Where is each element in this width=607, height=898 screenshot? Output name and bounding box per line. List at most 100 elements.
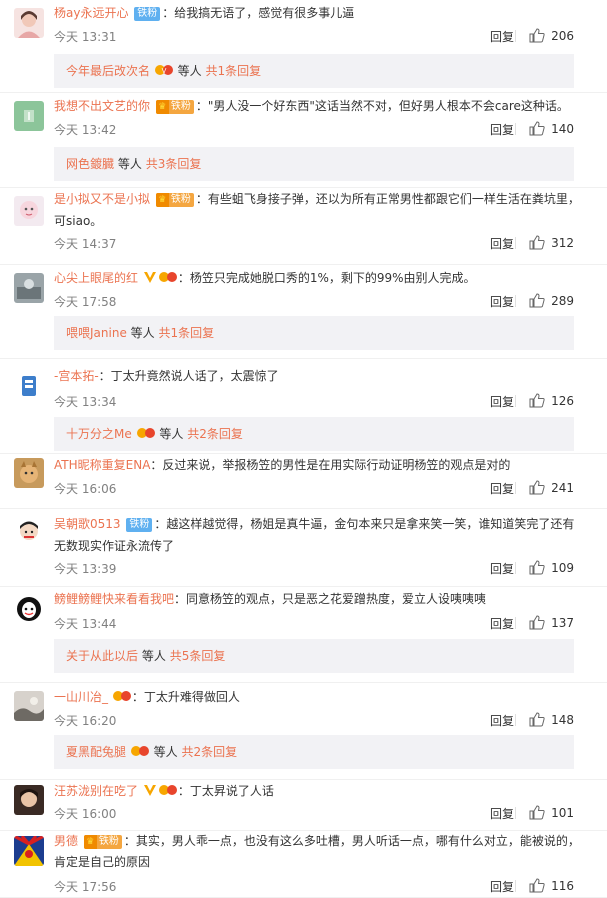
comment-item: 杨ay永远开心 铁粉 ：给我搞无语了，感觉有很多事儿逼 今天 13:31 回复 2… xyxy=(0,0,607,93)
sub-reply-count[interactable]: 共1条回复 xyxy=(159,326,215,340)
vip-icon: V xyxy=(154,56,173,75)
sub-reply-count[interactable]: 共1条回复 xyxy=(206,64,262,78)
username-link[interactable]: ATH昵称重复ENA xyxy=(54,458,150,472)
comment-text-line: 吴朝歌0513 铁粉 ：越这样越觉得，杨姐是真牛逼，金句本来只是拿来笑一笑，谁知道… xyxy=(54,513,583,557)
comment-item: 我想不出文艺的你 ♛ 铁粉 ："男人没一个好东西"这话当然不对，但好男人根本不会ca… xyxy=(0,93,607,188)
divider xyxy=(515,880,517,892)
divider xyxy=(515,30,517,42)
sub-reply-bar[interactable]: 网色鍍臓 等人 共3条回复 xyxy=(54,147,574,181)
verified-v-icon xyxy=(143,785,156,796)
avatar[interactable] xyxy=(14,691,44,721)
sub-reply-bar[interactable]: 夏黑配兔腿 等人 共2条回复 xyxy=(54,735,574,769)
avatar[interactable] xyxy=(14,273,44,303)
fan-badge: 铁粉 xyxy=(134,7,161,21)
avatar[interactable] xyxy=(14,517,44,547)
sub-reply-suffix: 等人 xyxy=(177,64,202,78)
like-button[interactable]: 289 xyxy=(515,293,574,308)
avatar[interactable] xyxy=(14,196,44,226)
avatar[interactable] xyxy=(14,371,44,401)
reply-button[interactable]: 回复 xyxy=(490,560,514,577)
like-button[interactable]: 109 xyxy=(515,560,574,575)
like-button[interactable]: 206 xyxy=(515,28,574,43)
avatar[interactable] xyxy=(14,594,44,624)
sub-reply-user[interactable]: 喂喂Janine xyxy=(66,326,127,340)
sub-reply-user[interactable]: 网色鍍臓 xyxy=(66,157,114,171)
username-link[interactable]: 男德 xyxy=(54,834,78,848)
like-button[interactable]: 241 xyxy=(515,480,574,495)
comment-text-line: ATH昵称重复ENA：反过来说，举报杨笠的男性是在用实际行动证明杨笠的观点是对的 xyxy=(54,455,583,476)
like-button[interactable]: 312 xyxy=(515,235,574,250)
avatar[interactable] xyxy=(14,8,44,38)
like-button[interactable]: 101 xyxy=(515,805,574,820)
username-link[interactable]: 是小拟又不是小拟 xyxy=(54,192,150,206)
comment-item: 汪苏泷别在吃了 ：丁太昇说了人话 今天 16:00 回复 101 xyxy=(0,780,607,831)
comment-text-line: 杨ay永远开心 铁粉 ：给我搞无语了，感觉有很多事儿逼 xyxy=(54,3,583,24)
sub-reply-count[interactable]: 共2条回复 xyxy=(182,745,238,759)
username-link[interactable]: 我想不出文艺的你 xyxy=(54,99,150,113)
reply-button[interactable]: 回复 xyxy=(490,235,514,252)
username-link[interactable]: 汪苏泷别在吃了 xyxy=(54,784,138,798)
reply-button[interactable]: 回复 xyxy=(490,615,514,632)
username-link[interactable]: 杨ay永远开心 xyxy=(54,6,128,20)
fan-badge: 铁粉 xyxy=(126,518,153,532)
username-link[interactable]: 一山川冶_ xyxy=(54,690,108,704)
sub-reply-count[interactable]: 共3条回复 xyxy=(146,157,202,171)
sub-reply-bar[interactable]: 喂喂Janine 等人 共1条回复 xyxy=(54,316,574,350)
avatar[interactable] xyxy=(14,458,44,488)
divider xyxy=(515,714,517,726)
like-button[interactable]: 137 xyxy=(515,615,574,630)
sub-reply-user[interactable]: 关于从此以后 xyxy=(66,649,138,663)
comment-time: 今天 16:06 xyxy=(54,482,117,496)
comment-text-line: 鳑鲤鳑鲤快来看看我吧：同意杨笠的观点，只是恶之花爱蹭热度，爱立人设咦咦咦 xyxy=(54,589,583,610)
sub-reply-user[interactable]: 夏黑配兔腿 xyxy=(66,745,126,759)
reply-button[interactable]: 回复 xyxy=(490,293,514,310)
sub-reply-count[interactable]: 共5条回复 xyxy=(170,649,226,663)
comment-time: 今天 13:42 xyxy=(54,123,117,137)
like-button[interactable]: 148 xyxy=(515,712,574,727)
reply-button[interactable]: 回复 xyxy=(490,480,514,497)
comment-content: ：给我搞无语了，感觉有很多事儿逼 xyxy=(162,6,355,20)
reply-button[interactable]: 回复 xyxy=(490,393,514,410)
like-count: 126 xyxy=(551,393,574,408)
like-button[interactable]: 116 xyxy=(515,878,574,893)
avatar[interactable] xyxy=(14,785,44,815)
reply-button[interactable]: 回复 xyxy=(490,121,514,138)
avatar[interactable] xyxy=(14,836,44,866)
sub-reply-bar[interactable]: 今年最后改次名 V 等人 共1条回复 xyxy=(54,54,574,88)
username-link[interactable]: 吴朝歌0513 xyxy=(54,517,121,531)
comment-text-line: 汪苏泷别在吃了 ：丁太昇说了人话 xyxy=(54,781,583,802)
thumbs-up-icon xyxy=(529,393,545,408)
reply-button[interactable]: 回复 xyxy=(490,28,514,45)
reply-button[interactable]: 回复 xyxy=(490,805,514,822)
comment-list: 杨ay永远开心 铁粉 ：给我搞无语了，感觉有很多事儿逼 今天 13:31 回复 2… xyxy=(0,0,607,898)
comment-time: 今天 16:20 xyxy=(54,714,117,728)
divider xyxy=(515,482,517,494)
comment-item: -宫本拓-：丁太升竟然说人话了，太震惊了 今天 13:34 回复 126 十万分… xyxy=(0,359,607,454)
comment-content: ：丁太昇说了人话 xyxy=(177,784,274,798)
vip-icon xyxy=(112,689,131,703)
like-count: 109 xyxy=(551,560,574,575)
divider xyxy=(515,617,517,629)
comment-time: 今天 13:44 xyxy=(54,617,117,631)
comment-content: ：其实，男人乖一点，也没有这么多吐槽，男人听话一点，哪有什么对立，能被说的，肯定… xyxy=(54,834,580,869)
like-button[interactable]: 140 xyxy=(515,121,574,136)
username-link[interactable]: -宫本拓- xyxy=(54,369,99,383)
like-count: 140 xyxy=(551,121,574,136)
crown-icon: ♛ xyxy=(155,100,169,114)
sub-reply-suffix: 等人 xyxy=(130,326,155,340)
crown-icon: ♛ xyxy=(83,835,97,849)
sub-reply-suffix: 等人 xyxy=(159,427,184,441)
sub-reply-bar[interactable]: 关于从此以后 等人 共5条回复 xyxy=(54,639,574,673)
comment-time: 今天 14:37 xyxy=(54,237,117,251)
sub-reply-user[interactable]: 十万分之Me xyxy=(66,427,132,441)
sub-reply-count[interactable]: 共2条回复 xyxy=(187,427,243,441)
username-link[interactable]: 心尖上眼尾的红 xyxy=(54,271,138,285)
sub-reply-user[interactable]: 今年最后改次名 xyxy=(66,64,150,78)
reply-button[interactable]: 回复 xyxy=(490,712,514,729)
thumbs-up-icon xyxy=(529,805,545,820)
like-button[interactable]: 126 xyxy=(515,393,574,408)
avatar[interactable] xyxy=(14,101,44,131)
sub-reply-bar[interactable]: 十万分之Me 等人 共2条回复 xyxy=(54,417,574,451)
comment-time: 今天 13:31 xyxy=(54,30,117,44)
username-link[interactable]: 鳑鲤鳑鲤快来看看我吧 xyxy=(54,592,174,606)
